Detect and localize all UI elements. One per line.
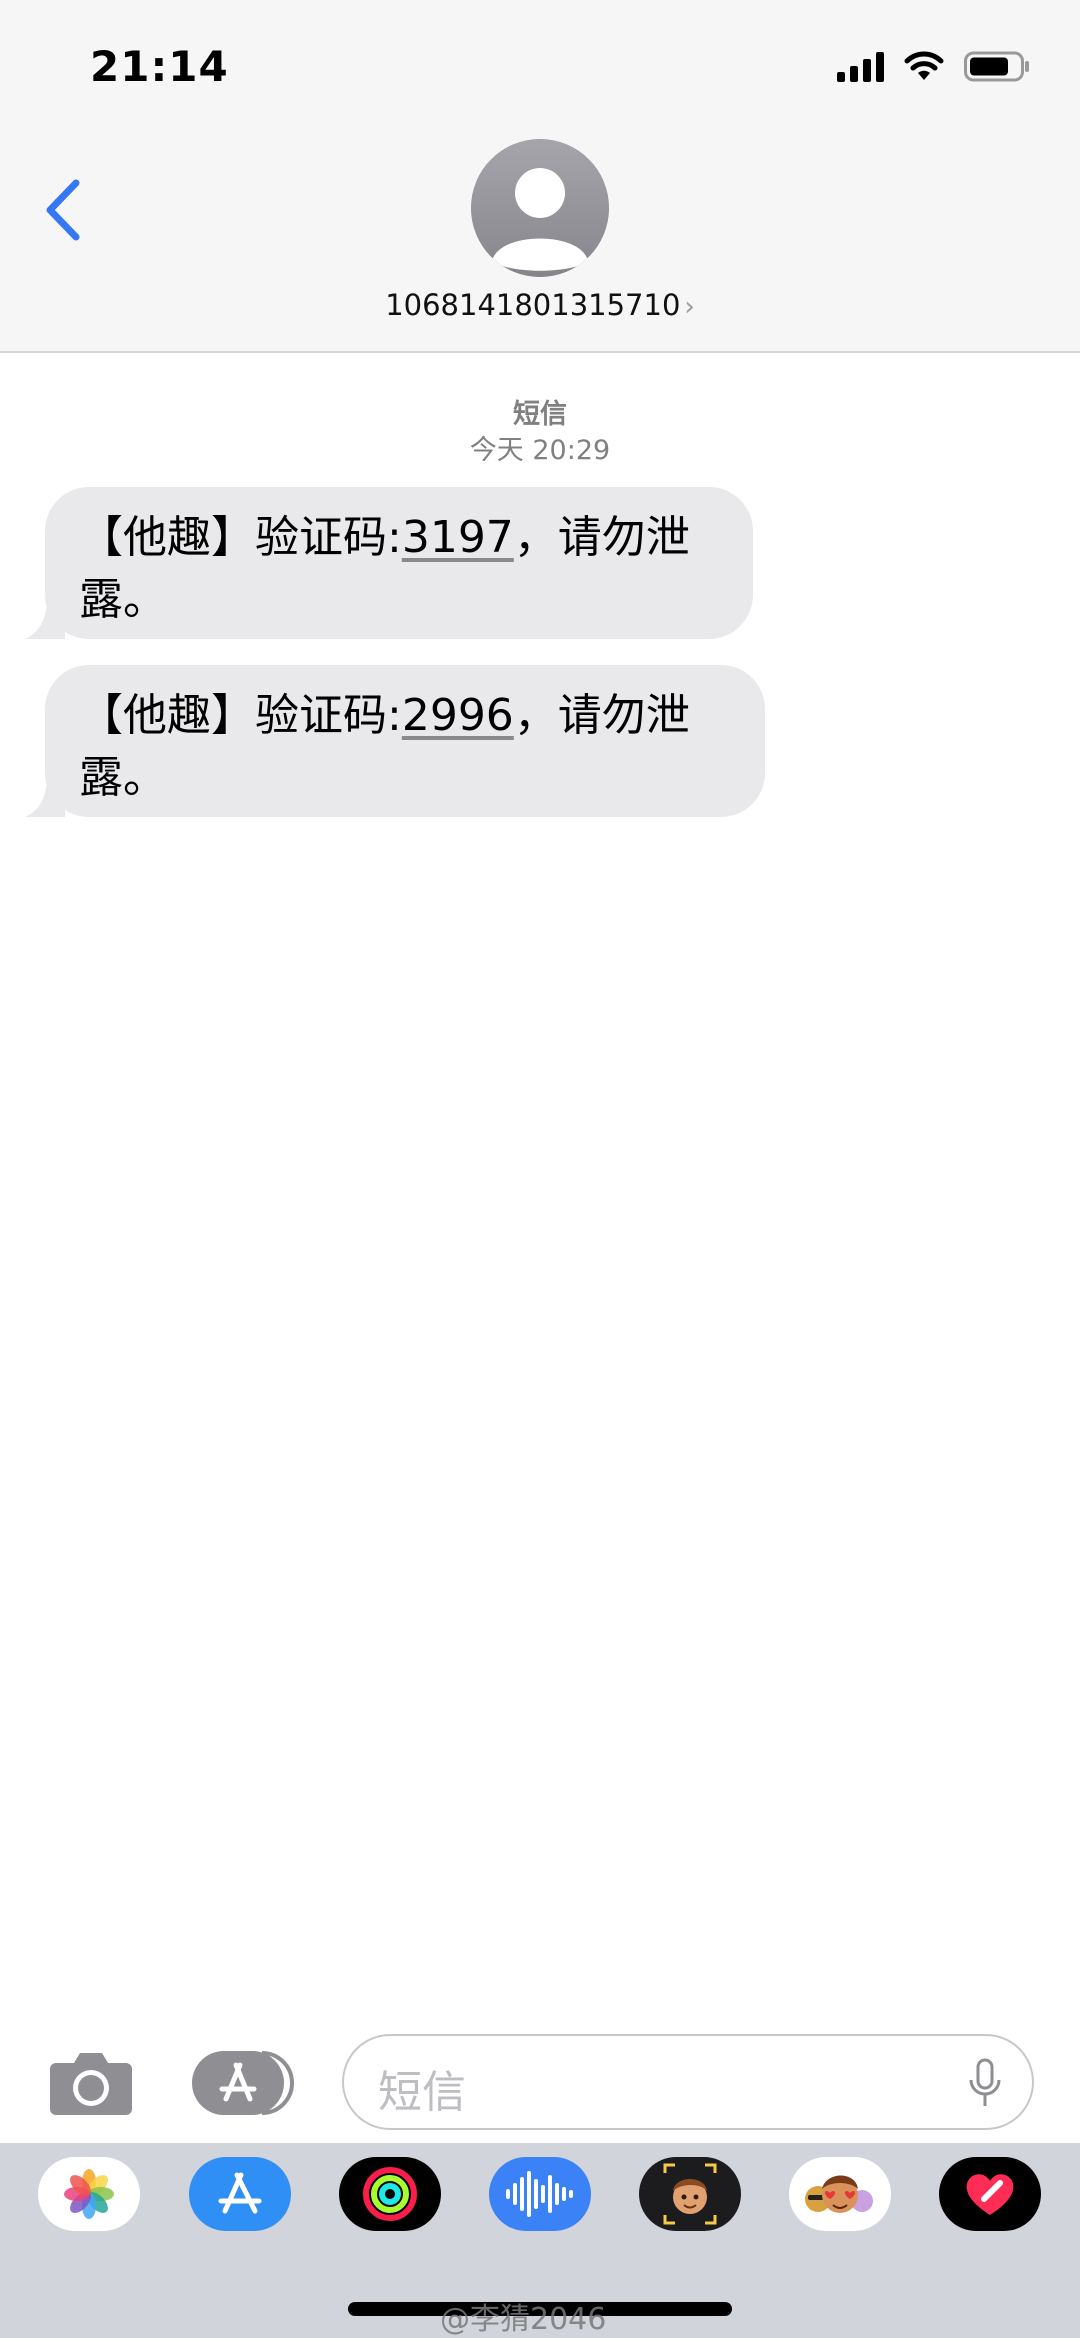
wifi-icon (904, 51, 944, 80)
contact-name[interactable]: 1068141801315710 › (0, 288, 1080, 322)
app-store-glyph (218, 2172, 262, 2214)
digital-touch-icon[interactable] (939, 2157, 1041, 2231)
message-bubble[interactable]: 【他趣】验证码:3197，请勿泄露。 (25, 487, 753, 639)
message-bubble[interactable]: 【他趣】验证码:2996，请勿泄露。 (25, 665, 765, 817)
camera-icon[interactable] (48, 2049, 134, 2117)
status-icons (837, 50, 1030, 82)
memoji-icon[interactable] (639, 2157, 741, 2231)
memoji-stickers (805, 2175, 873, 2213)
input-placeholder: 短信 (378, 2067, 466, 2118)
verification-code[interactable]: 2996 (402, 690, 514, 741)
memoji-stickers-icon[interactable] (789, 2157, 891, 2231)
microphone-icon[interactable] (968, 2058, 1002, 2110)
photos-icon[interactable] (38, 2157, 140, 2231)
app-store-icon[interactable] (189, 2157, 291, 2231)
memoji-face (663, 2163, 717, 2225)
message-text: 【他趣】验证码:3197，请勿泄露。 (79, 487, 719, 631)
message-prefix: 【他趣】验证码: (79, 690, 402, 741)
message-suffix: ，请勿泄 (513, 690, 690, 741)
photos-flower (64, 2169, 114, 2219)
thread-label: 短信 (513, 399, 567, 430)
contact-avatar[interactable] (471, 139, 609, 277)
heart-icon (966, 2174, 1014, 2215)
bubble-tail (25, 777, 65, 817)
activity-icon[interactable] (339, 2157, 441, 2231)
message-prefix: 【他趣】验证码: (79, 512, 402, 563)
watermark: @李猜2046 (440, 2302, 607, 2337)
app-store-button[interactable] (192, 2049, 294, 2117)
audio-icon[interactable] (489, 2157, 591, 2231)
conversation-header: 21:14 1068141801315710 › (0, 0, 1080, 353)
verification-code[interactable]: 3197 (402, 512, 514, 563)
chevron-right-icon: › (684, 292, 695, 322)
thread-timestamp: 今天 20:29 (469, 435, 611, 466)
message-text: 【他趣】验证码:2996，请勿泄露。 (79, 665, 731, 809)
battery-icon (964, 51, 1029, 82)
message-line2: 露。 (79, 574, 167, 625)
activity-rings (363, 2167, 417, 2221)
bubble-tail (25, 599, 65, 639)
cellular-signal-icon (837, 50, 884, 82)
person-icon (471, 139, 609, 277)
status-time: 21:14 (90, 42, 229, 91)
contact-number: 1068141801315710 (385, 288, 681, 322)
message-input[interactable]: 短信 (342, 2034, 1034, 2130)
message-line2: 露。 (79, 752, 167, 803)
message-suffix: ，请勿泄 (513, 512, 690, 563)
waveform-icon (506, 2171, 573, 2217)
back-button[interactable] (40, 175, 90, 245)
